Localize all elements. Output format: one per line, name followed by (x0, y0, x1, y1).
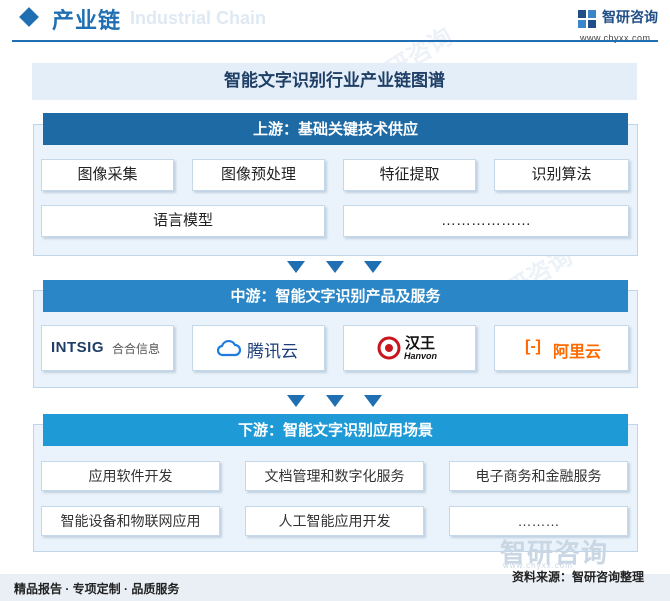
page-title: 产业链 (52, 8, 122, 33)
down-arrow-icon (364, 395, 382, 407)
upstream-item: 图像预处理 (192, 159, 325, 191)
aliyun-logo: [-] 阿里云 (494, 325, 629, 371)
upstream-item: 特征提取 (343, 159, 476, 191)
brand-logo-icon (578, 10, 596, 28)
downstream-item: 文档管理和数字化服务 (245, 461, 424, 491)
downstream-item-ellipsis: ……… (449, 506, 628, 536)
upstream-item-ellipsis: ……………… (343, 205, 629, 237)
brand-name: 智研咨询 (602, 9, 658, 25)
header-divider (12, 40, 658, 42)
intsig-logo: INTSIG 合合信息 (41, 325, 174, 371)
hanvon-logo: 汉王 Hanvon (343, 325, 476, 371)
upstream-item: 图像采集 (41, 159, 174, 191)
hanvon-emblem-icon (377, 336, 401, 360)
downstream-item: 智能设备和物联网应用 (41, 506, 220, 536)
tencent-cloud-logo: 腾讯云 (192, 325, 325, 371)
footer-source: 资料来源：智研咨询整理 (512, 570, 645, 584)
downstream-item: 人工智能应用开发 (245, 506, 424, 536)
main-title: 智能文字识别行业产业链图谱 (224, 71, 445, 91)
down-arrow-icon (326, 395, 344, 407)
midstream-header: 中游：智能文字识别产品及服务 (43, 280, 628, 312)
down-arrow-icon (364, 261, 382, 273)
downstream-item: 应用软件开发 (41, 461, 220, 491)
down-arrow-icon (326, 261, 344, 273)
downstream-header: 下游：智能文字识别应用场景 (43, 414, 628, 446)
down-arrow-icon (287, 261, 305, 273)
down-arrow-icon (287, 395, 305, 407)
upstream-header: 上游：基础关键技术供应 (43, 113, 628, 145)
aliyun-bracket-icon: [-] (525, 338, 541, 355)
footer-slogan: 精品报告 · 专项定制 · 品质服务 (14, 582, 180, 596)
diamond-icon (19, 7, 39, 27)
title-watermark: Industrial Chain (130, 8, 267, 28)
downstream-item: 电子商务和金融服务 (449, 461, 628, 491)
cloud-icon (217, 339, 241, 357)
upstream-item: 语言模型 (41, 205, 325, 237)
upstream-item: 识别算法 (494, 159, 629, 191)
